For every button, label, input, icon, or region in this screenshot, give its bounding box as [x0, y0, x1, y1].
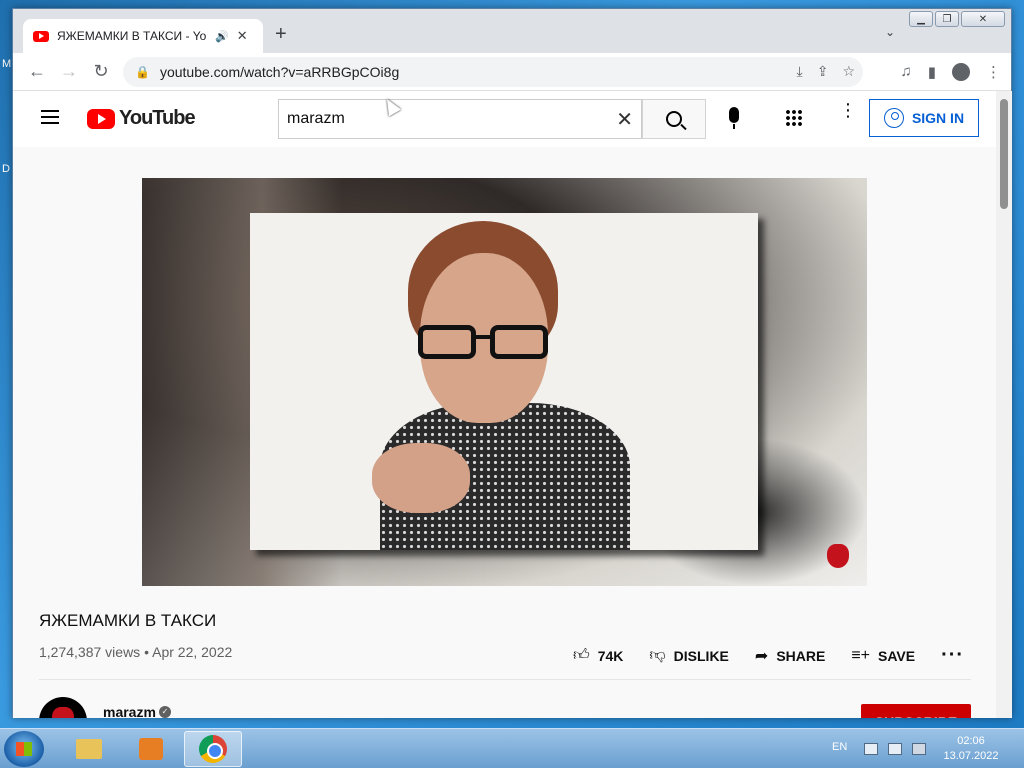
start-button[interactable] — [4, 731, 44, 767]
clear-search-icon[interactable]: ✕ — [616, 107, 633, 132]
share-label: SHARE — [776, 647, 826, 664]
url-text[interactable]: youtube.com/watch?v=aRRBGpCOi8g — [160, 64, 399, 80]
youtube-page: YouTube ✕ ⋮ SIGN IN ЯЖЕМАМКИ — [13, 91, 997, 718]
stats-separator: • — [144, 644, 149, 660]
user-icon — [883, 108, 904, 128]
youtube-header: YouTube ✕ ⋮ SIGN IN — [13, 91, 997, 147]
minimize-button[interactable]: ▁ — [909, 11, 933, 27]
subscribe-button[interactable]: SUBSCRIBE — [861, 704, 971, 718]
dislike-label: DISLIKE — [673, 647, 729, 664]
scrollbar-thumb[interactable] — [1000, 99, 1008, 209]
like-button[interactable]: 👍︎ 74K — [573, 646, 623, 665]
video-frame — [250, 213, 758, 550]
speaker-icon[interactable]: 🔊 — [215, 30, 229, 43]
tab-strip: ЯЖЕМАМКИ В ТАКСИ - YouTube 🔊 ✕ + ⌄ ▁ ❐ ✕ — [13, 9, 1011, 53]
youtube-logo-icon — [87, 108, 115, 129]
profile-icon[interactable] — [952, 63, 970, 81]
channel-name[interactable]: marazm — [103, 704, 156, 718]
youtube-logo-text: YouTube — [119, 107, 196, 129]
taskbar-chrome[interactable] — [184, 731, 242, 767]
thumbs-down-icon: 👎︎ — [649, 647, 666, 664]
save-label: SAVE — [878, 647, 916, 664]
clock-time: 02:06 — [957, 735, 985, 747]
search-input[interactable] — [287, 110, 607, 128]
close-window-button[interactable]: ✕ — [961, 11, 1005, 27]
microphone-icon[interactable] — [729, 107, 739, 129]
address-bar[interactable]: 🔒 youtube.com/watch?v=aRRBGpCOi8g ⤓ ⇪ ☆ — [123, 57, 863, 87]
search-box: ✕ — [278, 99, 642, 139]
search-button[interactable] — [642, 99, 706, 139]
save-button[interactable]: ≡+ SAVE — [851, 647, 915, 665]
hamburger-menu-icon[interactable] — [41, 110, 59, 124]
upload-date: Apr 22, 2022 — [152, 644, 233, 660]
action-center-icon[interactable] — [888, 743, 902, 755]
taskbar: EN 02:06 13.07.2022 — [0, 728, 1024, 768]
more-options-icon[interactable]: ⋮ — [839, 101, 857, 119]
verified-badge-icon: ✓ — [159, 706, 171, 718]
tab-title: ЯЖЕМАМКИ В ТАКСИ - YouTube — [57, 29, 207, 43]
close-tab-icon[interactable]: ✕ — [237, 28, 248, 44]
youtube-favicon-icon — [33, 30, 49, 42]
install-icon[interactable]: ⤓ — [797, 63, 803, 80]
clock-date: 13.07.2022 — [943, 750, 999, 762]
desktop-icon-label: D — [2, 163, 10, 175]
playlist-add-icon: ≡+ — [851, 646, 871, 664]
language-indicator[interactable]: EN — [832, 741, 847, 753]
video-title: ЯЖЕМАМКИ В ТАКСИ — [39, 611, 217, 630]
video-stats: 1,274,387 views • Apr 22, 2022 — [39, 644, 232, 660]
folder-icon — [76, 739, 102, 759]
desktop-icon-label: M — [2, 58, 12, 70]
system-clock[interactable]: 02:06 13.07.2022 — [936, 734, 1006, 764]
chevron-down-icon[interactable]: ⌄ — [885, 25, 895, 39]
share-page-icon[interactable]: ⇪ — [817, 63, 829, 80]
browser-toolbar: ← → ↻ 🔒 youtube.com/watch?v=aRRBGpCOi8g … — [13, 53, 1011, 91]
new-tab-button[interactable]: + — [275, 23, 287, 46]
like-count: 74K — [597, 647, 624, 664]
more-actions-icon[interactable]: ··· — [941, 644, 964, 667]
thumbs-up-icon: 👍︎ — [573, 647, 590, 664]
toolbar-actions: ♫ ▮ ⋮ — [900, 63, 1001, 81]
network-icon[interactable] — [864, 743, 878, 755]
media-player-icon — [139, 738, 163, 760]
page-scrollbar[interactable] — [996, 91, 1012, 718]
back-button[interactable]: ← — [21, 61, 53, 82]
share-arrow-icon: ➦ — [754, 647, 769, 665]
video-player[interactable] — [142, 178, 867, 586]
apps-grid-icon[interactable] — [785, 109, 803, 127]
video-person — [372, 443, 470, 513]
reload-button[interactable]: ↻ — [85, 61, 117, 82]
maximize-button[interactable]: ❐ — [935, 11, 959, 27]
view-count: 1,274,387 views — [39, 644, 141, 660]
browser-tab[interactable]: ЯЖЕМАМКИ В ТАКСИ - YouTube 🔊 ✕ — [23, 19, 263, 53]
youtube-logo[interactable]: YouTube — [87, 107, 196, 130]
search-icon — [666, 111, 682, 127]
share-button[interactable]: ➦ SHARE — [755, 646, 825, 666]
lock-icon[interactable]: 🔒 — [135, 65, 150, 79]
channel-watermark-icon[interactable] — [827, 544, 849, 568]
sign-in-button[interactable]: SIGN IN — [869, 99, 979, 137]
channel-avatar[interactable] — [39, 697, 87, 718]
taskbar-media-player[interactable] — [122, 731, 180, 767]
side-panel-icon[interactable]: ▮ — [928, 63, 936, 81]
browser-menu-icon[interactable]: ⋮ — [986, 63, 1001, 81]
bookmark-star-icon[interactable]: ☆ — [842, 63, 855, 80]
glasses — [418, 325, 550, 361]
divider — [39, 679, 971, 680]
volume-icon[interactable] — [912, 743, 926, 755]
video-actions: 👍︎ 74K 👎︎ DISLIKE ➦ SHARE ≡+ SAVE ··· — [573, 644, 964, 667]
media-control-icon[interactable]: ♫ — [900, 63, 911, 81]
forward-button[interactable]: → — [53, 61, 85, 82]
dislike-button[interactable]: 👎︎ DISLIKE — [649, 646, 728, 665]
sign-in-label: SIGN IN — [911, 110, 965, 126]
window-controls: ▁ ❐ ✕ — [909, 11, 1005, 27]
chrome-icon — [199, 735, 227, 763]
taskbar-explorer[interactable] — [60, 731, 118, 767]
omnibox-actions: ⤓ ⇪ ☆ — [797, 63, 856, 80]
